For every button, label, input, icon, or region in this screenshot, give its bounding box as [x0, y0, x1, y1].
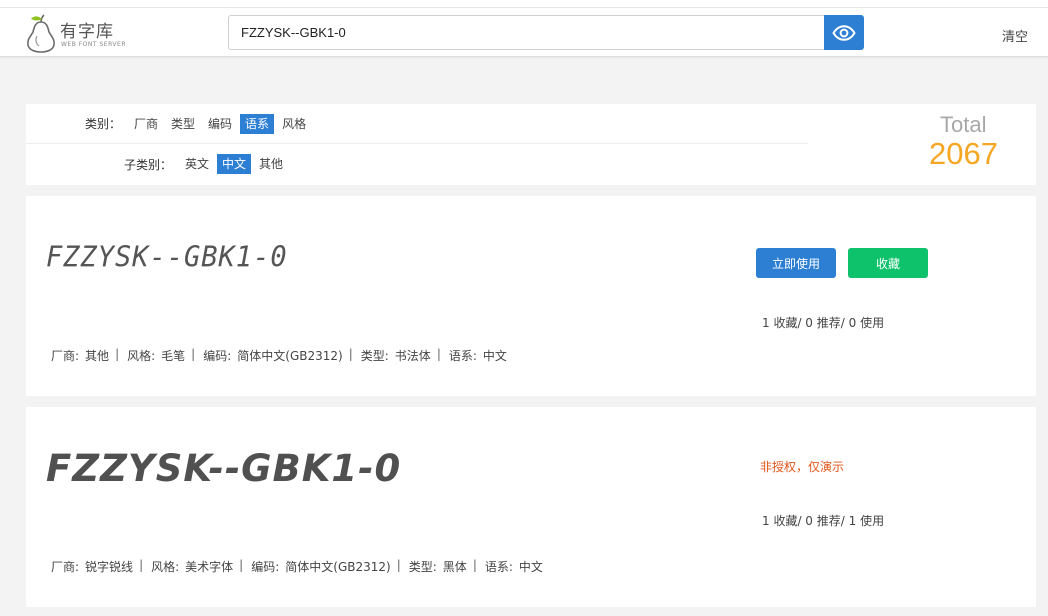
- subcategory-label: 子类别：: [123, 157, 172, 172]
- font-preview: FZZYSK--GBK1-0: [46, 241, 288, 274]
- meta-separator: |: [139, 558, 144, 572]
- subcategory-chip-english[interactable]: 英文: [180, 154, 214, 174]
- meta-type-key: 类型:: [360, 349, 389, 363]
- meta-language-key: 语系:: [448, 349, 477, 363]
- font-meta: 厂商: 锐字锐线 | 风格: 美术字体 | 编码: 简体中文(GB2312) |…: [51, 558, 543, 575]
- subcategory-chip-chinese[interactable]: 中文: [217, 154, 252, 174]
- category-label: 类别：: [84, 117, 121, 131]
- subcategory-chip-other[interactable]: 其他: [254, 154, 288, 174]
- meta-vendor-value[interactable]: 其他: [85, 347, 109, 364]
- meta-language-value[interactable]: 中文: [483, 347, 507, 364]
- font-card: FZZYSK--GBK1-0 非授权，仅演示 1 收藏/ 0 推荐/ 1 使用 …: [26, 407, 1036, 607]
- meta-language-value[interactable]: 中文: [519, 558, 543, 575]
- unauthorized-notice: 非授权，仅演示: [760, 460, 845, 474]
- meta-type-key: 类型:: [408, 560, 437, 574]
- clear-link[interactable]: 清空: [1002, 26, 1028, 45]
- meta-encoding-key: 编码:: [203, 349, 232, 363]
- meta-separator: |: [115, 347, 120, 361]
- meta-language-key: 语系:: [484, 560, 513, 574]
- font-card: FZZYSK--GBK1-0 立即使用 收藏 1 收藏/ 0 推荐/ 0 使用 …: [26, 196, 1036, 396]
- header: 有字库 WEB FONT SERVER 清空: [0, 8, 1048, 57]
- favorite-button[interactable]: 收藏: [848, 248, 928, 278]
- meta-separator: |: [436, 347, 441, 361]
- category-chip-vendor[interactable]: 厂商: [129, 114, 163, 134]
- font-stats: 1 收藏/ 0 推荐/ 1 使用: [762, 514, 885, 528]
- meta-vendor-value[interactable]: 锐字锐线: [85, 558, 133, 575]
- eye-icon: [832, 24, 856, 41]
- meta-type-value[interactable]: 书法体: [395, 347, 431, 364]
- preview-button[interactable]: [824, 15, 864, 50]
- meta-type-value[interactable]: 黑体: [443, 558, 467, 575]
- meta-vendor-key: 厂商:: [51, 560, 80, 574]
- logo[interactable]: 有字库 WEB FONT SERVER: [24, 13, 134, 53]
- meta-encoding-value[interactable]: 简体中文(GB2312): [237, 347, 342, 364]
- meta-style-value[interactable]: 美术字体: [185, 558, 233, 575]
- logo-subtitle: WEB FONT SERVER: [61, 41, 126, 48]
- meta-style-key: 风格:: [127, 349, 156, 363]
- subcategory-filter-row: 子类别： 英文 中文 其他: [26, 144, 291, 184]
- meta-separator: |: [191, 347, 196, 361]
- font-meta: 厂商: 其他 | 风格: 毛笔 | 编码: 简体中文(GB2312) | 类型:…: [51, 347, 507, 364]
- category-chip-encoding[interactable]: 编码: [203, 114, 237, 134]
- category-chip-language[interactable]: 语系: [240, 113, 275, 134]
- meta-style-key: 风格:: [151, 560, 180, 574]
- category-chip-type[interactable]: 类型: [166, 114, 200, 134]
- meta-separator: |: [472, 558, 477, 572]
- logo-title: 有字库: [60, 22, 114, 42]
- meta-vendor-key: 厂商:: [51, 349, 80, 363]
- category-chip-style[interactable]: 风格: [277, 114, 311, 134]
- total-count: 2067: [929, 136, 998, 171]
- meta-separator: |: [396, 558, 401, 572]
- meta-separator: |: [239, 558, 244, 572]
- font-stats: 1 收藏/ 0 推荐/ 0 使用: [762, 316, 885, 330]
- search-input[interactable]: [228, 15, 825, 50]
- total-label: Total: [940, 112, 987, 137]
- meta-encoding-value[interactable]: 简体中文(GB2312): [285, 558, 390, 575]
- meta-encoding-key: 编码:: [251, 560, 280, 574]
- search-bar: [228, 15, 864, 50]
- pear-logo-icon: [27, 14, 55, 53]
- top-strip: [0, 0, 1048, 8]
- meta-separator: |: [348, 347, 353, 361]
- filter-panel: 类别： 厂商 类型 编码 语系 风格 子类别： 英文 中文 其他 Total 2…: [26, 104, 1036, 185]
- use-now-button[interactable]: 立即使用: [756, 248, 836, 278]
- meta-style-value[interactable]: 毛笔: [161, 347, 185, 364]
- font-preview: FZZYSK--GBK1-0: [46, 447, 402, 490]
- category-filter-row: 类别： 厂商 类型 编码 语系 风格: [26, 104, 808, 144]
